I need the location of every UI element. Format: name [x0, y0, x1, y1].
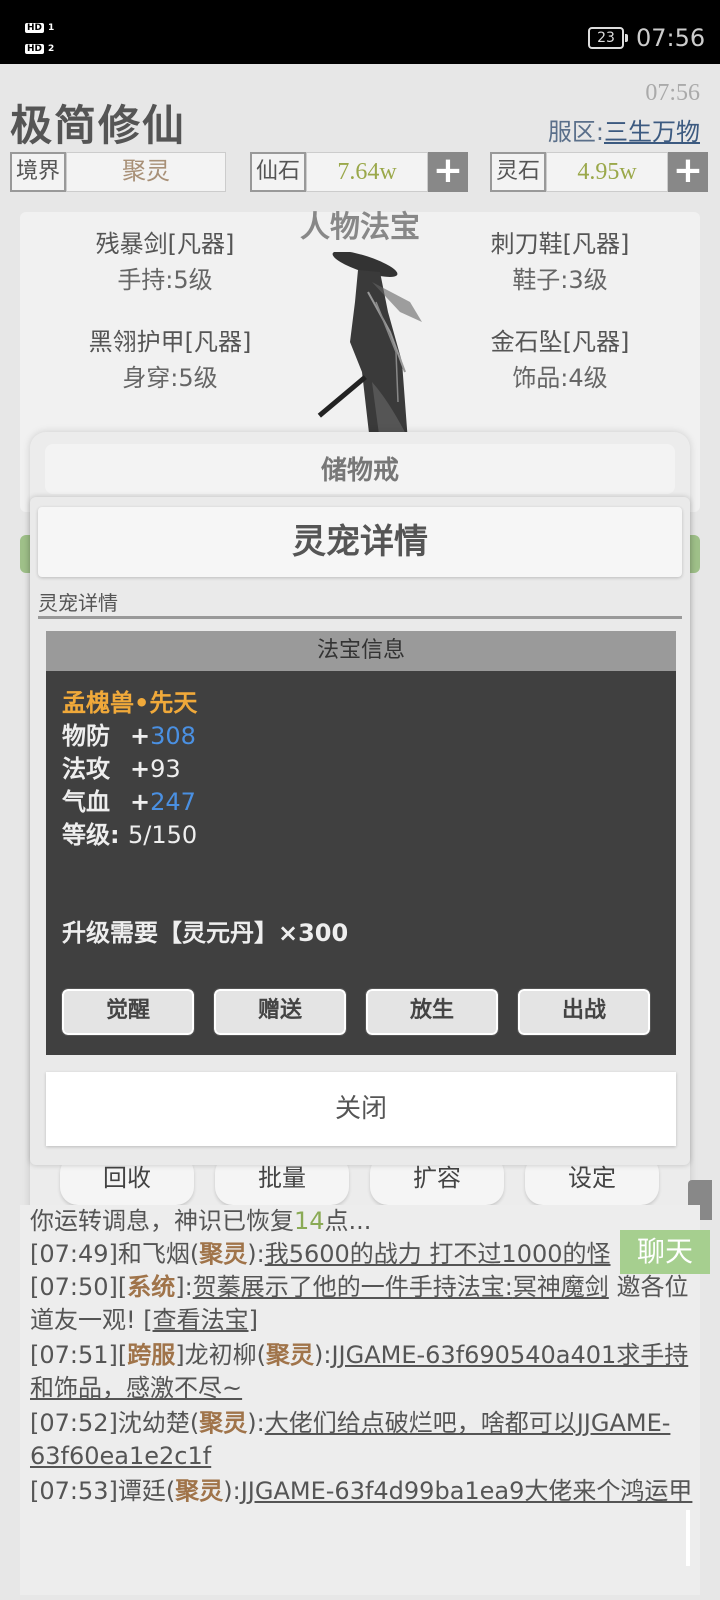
- stat-physical-defense: 物防 +308: [62, 722, 196, 750]
- battery-icon: 23: [588, 27, 628, 49]
- app-title: 极简修仙: [10, 101, 187, 150]
- awaken-button[interactable]: 觉醒: [61, 988, 195, 1036]
- equip-name: 刺刀鞋[凡器]: [490, 230, 630, 258]
- equip-level: 手持:5级: [117, 266, 213, 294]
- realm-value: 聚灵: [66, 152, 227, 192]
- chat-line: [07:51][跨服]龙初柳(聚灵):JJGAME-63f690540a401求…: [30, 1341, 689, 1402]
- status-time: 07:56: [636, 24, 706, 52]
- add-xianshi-button[interactable]: +: [428, 152, 469, 192]
- server-area[interactable]: 服区:三生万物: [548, 112, 700, 147]
- lingshi-box: 灵石 4.95w +: [490, 152, 709, 192]
- treasure-info-header: 法宝信息: [46, 631, 676, 671]
- xianshi-label: 仙石: [250, 152, 307, 192]
- pet-modal-title: 灵宠详情: [38, 507, 682, 577]
- equip-slot-shoes[interactable]: 刺刀鞋[凡器] 鞋子:3级: [460, 226, 660, 298]
- hd-indicator-1: HD 1: [25, 23, 55, 33]
- chat-message-link[interactable]: JJGAME-63f4d99ba1ea9大佬来个鸿运甲: [241, 1477, 693, 1505]
- chat-line: 你运转调息，神识已恢复14点...: [30, 1207, 372, 1235]
- equip-name: 黑翎护甲[凡器]: [88, 328, 252, 356]
- pet-level: 等级: 5/150: [62, 821, 198, 849]
- cultivator-figure-image: [317, 252, 422, 442]
- tab-pet-detail[interactable]: 灵宠详情: [38, 589, 682, 619]
- status-bar: HD 1 HD 2 23 07:56: [0, 0, 720, 64]
- realm-box: 境界 聚灵: [10, 152, 227, 192]
- pet-detail-modal: 灵宠详情 灵宠详情 法宝信息 孟槐兽•先天 物防 +308 法攻 +93 气血 +24…: [30, 497, 690, 1165]
- gift-button[interactable]: 赠送: [213, 988, 347, 1036]
- equip-level: 鞋子:3级: [512, 266, 608, 294]
- xianshi-box: 仙石 7.64w +: [250, 152, 469, 192]
- chat-message-link[interactable]: 我5600的战力 打不过1000的怪: [265, 1240, 611, 1268]
- chat-line: [07:53]谭廷(聚灵):JJGAME-63f4d99ba1ea9大佬来个鸿运…: [30, 1477, 693, 1505]
- equip-name: 金石坠[凡器]: [490, 328, 630, 356]
- chat-button[interactable]: 聊天: [620, 1230, 710, 1274]
- equip-level: 饰品:4级: [512, 364, 608, 392]
- lingshi-label: 灵石: [490, 152, 547, 192]
- realm-label: 境界: [10, 152, 67, 192]
- chat-line: [07:50][系统]:贺蓁展示了他的一件手持法宝:冥神魔剑 邀各位道友一观! …: [30, 1273, 689, 1334]
- server-label: 服区:: [547, 118, 604, 146]
- equip-slot-accessory[interactable]: 金石坠[凡器] 饰品:4级: [460, 324, 660, 396]
- xianshi-value: 7.64w: [306, 152, 429, 192]
- close-button[interactable]: 关闭: [46, 1072, 676, 1146]
- release-button[interactable]: 放生: [365, 988, 499, 1036]
- stat-magic-attack: 法攻 +93: [62, 755, 181, 783]
- hd-indicator-2: HD 2: [25, 44, 55, 54]
- equip-name: 残暴剑[凡器]: [95, 230, 235, 258]
- equip-slot-armor[interactable]: 黑翎护甲[凡器] 身穿:5级: [50, 324, 290, 396]
- lingshi-value: 4.95w: [546, 152, 669, 192]
- deploy-button[interactable]: 出战: [517, 988, 651, 1036]
- add-lingshi-button[interactable]: +: [668, 152, 709, 192]
- upgrade-requirement: 升级需要【灵元丹】×300: [62, 919, 349, 947]
- pet-name: 孟槐兽•先天: [62, 689, 198, 717]
- game-clock: 07:56: [645, 80, 700, 106]
- view-treasure-link[interactable]: [查看法宝]: [143, 1306, 258, 1334]
- treasure-info-box: 法宝信息 孟槐兽•先天 物防 +308 法攻 +93 气血 +247 等级: 5/15…: [46, 631, 676, 1055]
- chat-scrollbar[interactable]: [686, 1510, 690, 1566]
- chat-line: [07:49]和飞烟(聚灵):我5600的战力 打不过1000的怪: [30, 1240, 611, 1268]
- server-name-link[interactable]: 三生万物: [604, 118, 700, 146]
- chat-log: 你运转调息，神识已恢复14点... [07:49]和飞烟(聚灵):我5600的战…: [20, 1205, 700, 1595]
- treasure-link[interactable]: 冥神魔剑: [513, 1273, 609, 1301]
- equip-level: 身穿:5级: [122, 364, 218, 392]
- pet-stats: 孟槐兽•先天 物防 +308 法攻 +93 气血 +247 等级: 5/150: [62, 687, 197, 852]
- stat-hp: 气血 +247: [62, 788, 196, 816]
- storage-title: 储物戒: [45, 444, 675, 494]
- chat-line: [07:52]沈幼楚(聚灵):大佬们给点破烂吧，啥都可以JJGAME-63f60…: [30, 1409, 671, 1470]
- equip-slot-weapon[interactable]: 残暴剑[凡器] 手持:5级: [60, 226, 270, 298]
- chat-user-link[interactable]: 贺蓁: [193, 1273, 241, 1301]
